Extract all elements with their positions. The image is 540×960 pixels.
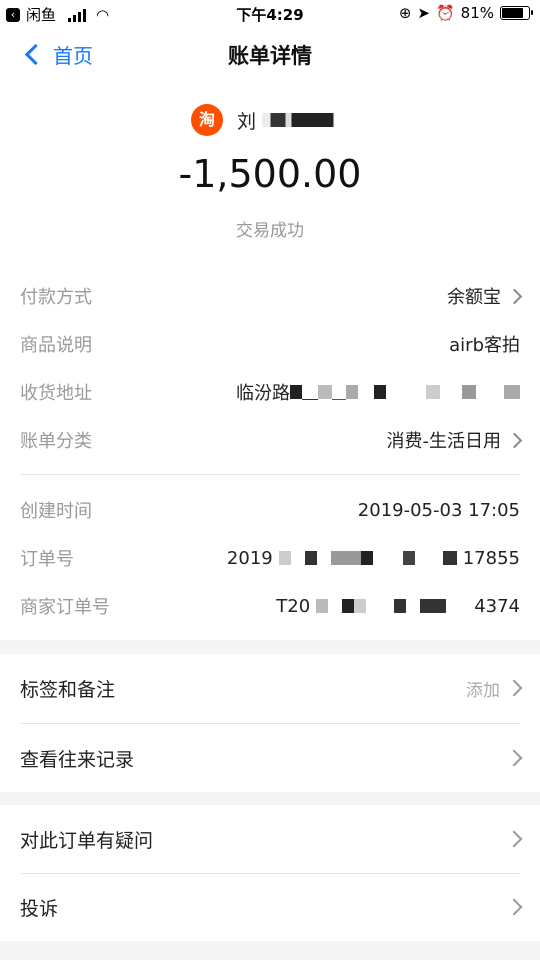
merchant-info[interactable]: 淘 刘 — [191, 104, 347, 136]
item-label: 标签和备注 — [20, 678, 116, 701]
row-value: 2019-05-03 17:05 — [357, 499, 520, 521]
item-label: 投诉 — [20, 897, 59, 920]
battery-icon — [500, 6, 533, 20]
merchant-order-start: T20 — [276, 595, 311, 617]
transaction-status: 交易成功 — [236, 221, 304, 241]
status-bar: ‹ 闲鱼 ◠ 下午4:29 ⊕ ➤ ⏰ 81% — [0, 0, 540, 28]
row-value: airb客拍 — [449, 335, 520, 356]
taobao-icon: 淘 — [191, 104, 223, 136]
action-group-1: 标签和备注 添加 查看往来记录 — [0, 654, 540, 792]
row-label: 商品说明 — [20, 335, 92, 356]
item-label: 查看往来记录 — [20, 748, 135, 771]
redacted-address — [290, 384, 520, 400]
merchant-order-end: 4374 — [474, 595, 520, 617]
order-number-start: 2019 — [226, 547, 273, 569]
row-payment-method[interactable]: 付款方式 余额宝 — [20, 272, 523, 320]
row-label: 账单分类 — [20, 431, 92, 452]
row-created-time: 创建时间 2019-05-03 17:05 — [20, 486, 520, 534]
row-shipping-address: 收货地址 临汾路 — [20, 368, 520, 416]
chevron-right-icon — [506, 288, 523, 304]
row-value: 临汾路 — [236, 383, 290, 404]
row-label: 商家订单号 — [20, 597, 110, 618]
row-label: 付款方式 — [20, 287, 92, 308]
action-group-2: 对此订单有疑问 投诉 — [0, 805, 540, 941]
redacted-name — [262, 113, 347, 127]
navigation-bar: 首页 账单详情 — [0, 28, 540, 82]
row-value: 消费-生活日用 — [386, 431, 502, 452]
row-label: 订单号 — [20, 549, 74, 570]
chevron-right-icon — [506, 432, 523, 448]
order-number-end: 17855 — [462, 547, 520, 569]
chevron-right-icon — [505, 830, 523, 848]
battery-percent: 81% — [460, 4, 494, 22]
view-history-item[interactable]: 查看往来记录 — [20, 724, 523, 792]
chevron-right-icon — [505, 679, 523, 697]
alarm-icon: ⏰ — [435, 4, 455, 22]
page-title: 账单详情 — [228, 44, 312, 68]
row-label: 收货地址 — [20, 383, 92, 404]
rotation-lock-icon: ⊕ — [398, 4, 412, 22]
bill-details: 付款方式 余额宝 商品说明 airb客拍 收货地址 临汾路 账单分类 消费-生活… — [0, 262, 540, 640]
order-question-item[interactable]: 对此订单有疑问 — [20, 805, 523, 873]
divider — [20, 474, 520, 475]
add-link[interactable]: 添加 — [466, 676, 500, 701]
redacted-order-number — [278, 551, 457, 565]
item-label: 对此订单有疑问 — [20, 829, 154, 852]
row-order-number: 订单号 2019 17855 — [20, 534, 520, 582]
row-bill-category[interactable]: 账单分类 消费-生活日用 — [20, 416, 523, 464]
bill-header: 淘 刘 -1,500.00 交易成功 — [0, 82, 540, 262]
redacted-merchant-order — [316, 599, 469, 613]
complaint-item[interactable]: 投诉 — [20, 873, 523, 941]
battery-fill — [502, 8, 523, 18]
row-item-description: 商品说明 airb客拍 — [20, 320, 520, 368]
row-merchant-order-number: 商家订单号 T20 4374 — [20, 582, 520, 630]
tags-and-notes-item[interactable]: 标签和备注 添加 — [20, 654, 523, 722]
row-label: 创建时间 — [20, 501, 92, 522]
amount: -1,500.00 — [178, 152, 362, 196]
row-value: 余额宝 — [447, 287, 501, 308]
merchant-name: 刘 — [237, 110, 257, 133]
chevron-right-icon — [505, 898, 523, 916]
location-arrow-icon: ➤ — [417, 4, 430, 22]
chevron-right-icon — [505, 749, 523, 767]
